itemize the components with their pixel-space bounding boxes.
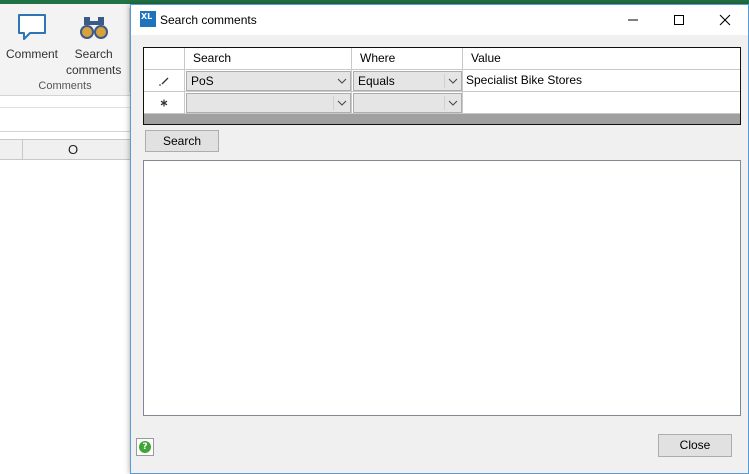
search-comments-label-line2: comments <box>66 63 122 77</box>
row-header[interactable] <box>144 70 185 92</box>
close-icon <box>719 14 731 26</box>
help-button[interactable]: ? <box>136 438 154 456</box>
search-field-combo[interactable]: PoS <box>186 71 351 91</box>
search-button[interactable]: Search <box>145 130 219 152</box>
search-cell: PoS <box>185 70 352 92</box>
where-cell: Equals <box>352 70 463 92</box>
results-list[interactable] <box>143 160 741 416</box>
dialog-title: Search comments <box>160 13 257 27</box>
row-header[interactable] <box>144 92 185 114</box>
value-cell[interactable]: Specialist Bike Stores <box>463 70 740 92</box>
close-button[interactable]: Close <box>658 434 732 457</box>
grid-corner <box>144 48 185 70</box>
ribbon-group-label: Comments <box>38 80 92 92</box>
chevron-down-icon[interactable] <box>445 72 461 90</box>
search-comments-button[interactable]: Search comments <box>66 10 121 78</box>
comment-icon <box>16 10 48 42</box>
chevron-down-icon[interactable] <box>334 72 350 90</box>
grid-header-row: Search Where Value <box>144 48 740 70</box>
search-comments-dialog: XL Search comments Search Where Value Po… <box>130 4 749 474</box>
table-row: PoS Equals Specialist Bike Stores <box>144 70 740 92</box>
maximize-button[interactable] <box>656 5 702 35</box>
value-cell[interactable] <box>463 92 740 114</box>
where-operator-combo[interactable] <box>353 93 462 113</box>
new-row-asterisk-icon <box>160 99 168 106</box>
where-operator-value: Equals <box>358 74 395 88</box>
comment-button[interactable]: Comment <box>6 10 58 62</box>
chevron-down-icon[interactable] <box>445 94 461 112</box>
xl-app-icon: XL <box>140 11 156 27</box>
column-header-where[interactable]: Where <box>352 48 463 70</box>
criteria-grid: Search Where Value PoS Equals Specialist… <box>143 47 741 125</box>
where-cell <box>352 92 463 114</box>
where-operator-combo[interactable]: Equals <box>353 71 462 91</box>
minimize-button[interactable] <box>610 5 656 35</box>
search-cell <box>185 92 352 114</box>
dialog-titlebar[interactable]: XL Search comments <box>131 5 748 35</box>
column-header-o[interactable]: O <box>22 140 123 160</box>
table-row <box>144 92 740 114</box>
edit-pencil-icon <box>159 77 169 85</box>
close-window-button[interactable] <box>702 5 748 35</box>
criteria-grid-body: Search Where Value PoS Equals Specialist… <box>144 48 740 114</box>
minimize-icon <box>628 19 638 21</box>
search-field-value: PoS <box>191 74 214 88</box>
comment-label: Comment <box>6 47 59 61</box>
column-header-value[interactable]: Value <box>463 48 740 70</box>
column-header-search[interactable]: Search <box>185 48 352 70</box>
chevron-down-icon[interactable] <box>334 94 350 112</box>
maximize-icon <box>674 15 684 25</box>
search-field-combo[interactable] <box>186 93 351 113</box>
help-icon: ? <box>139 441 151 453</box>
search-comments-label-line1: Search <box>74 47 113 61</box>
binoculars-icon <box>78 10 110 42</box>
